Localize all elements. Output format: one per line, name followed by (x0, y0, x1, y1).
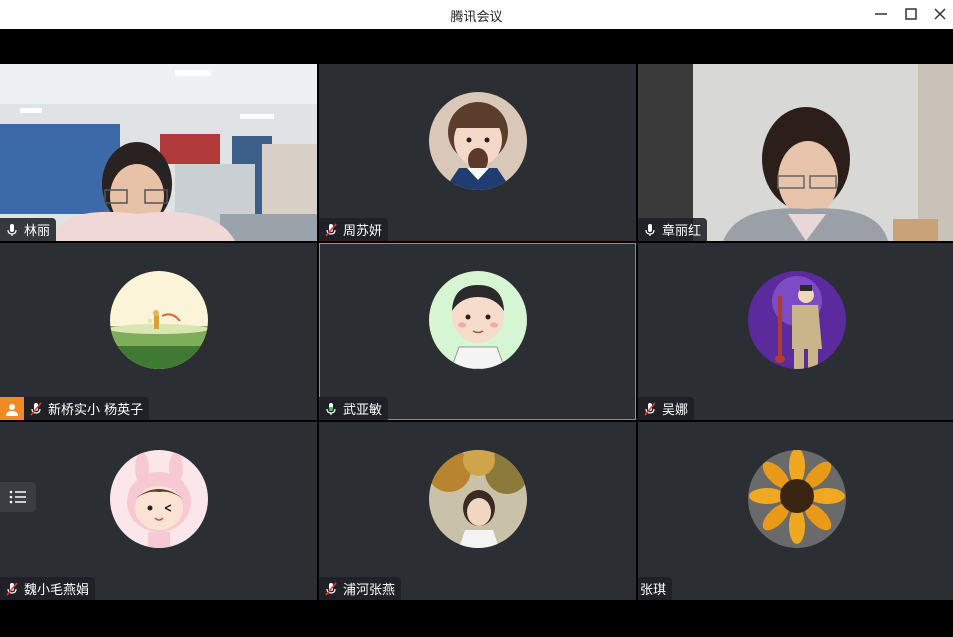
participant-tile-5[interactable]: 吴娜 (638, 243, 953, 420)
camera-feed (0, 64, 317, 241)
title-bar: 腾讯会议 (0, 0, 953, 29)
mic-icon (642, 222, 658, 238)
name-label: 章丽红 (638, 218, 708, 241)
participant-name: 吴娜 (662, 403, 689, 418)
participant-name: 林丽 (24, 224, 51, 239)
participant-tile-0[interactable]: 林丽 (0, 64, 317, 241)
close-button[interactable] (929, 4, 951, 24)
name-label: 新桥实小 杨英子 (24, 397, 150, 420)
avatar (748, 271, 846, 369)
maximize-icon (905, 8, 917, 20)
participant-tile-7[interactable]: 浦河张燕 (319, 422, 636, 600)
participant-tile-1[interactable]: 周苏妍 (319, 64, 636, 241)
participant-name: 魏小毛燕娟 (24, 583, 90, 598)
mic-muted-icon (323, 222, 339, 238)
name-label: 林丽 (0, 218, 57, 241)
video-grid: 林丽 周苏妍 章丽红 新桥实小 杨英子 武亚敏 吴娜 魏小毛燕娟 浦河张燕 张琪 (0, 64, 953, 600)
mic-muted-icon (323, 581, 339, 597)
avatar (429, 271, 527, 369)
participant-tile-6[interactable]: 魏小毛燕娟 (0, 422, 317, 600)
host-badge-icon (0, 397, 24, 420)
close-icon (934, 8, 946, 20)
mic-icon (4, 222, 20, 238)
name-label: 张琪 (638, 577, 673, 600)
name-label: 武亚敏 (319, 397, 389, 420)
participant-tile-3[interactable]: 新桥实小 杨英子 (0, 243, 317, 420)
participant-name: 章丽红 (662, 224, 702, 239)
avatar (748, 450, 846, 548)
camera-feed (638, 64, 953, 241)
participant-tile-8[interactable]: 张琪 (638, 422, 953, 600)
mic-speaking-icon (323, 401, 339, 417)
participant-name: 新桥实小 杨英子 (48, 403, 144, 418)
name-label: 魏小毛燕娟 (0, 577, 96, 600)
window-title: 腾讯会议 (450, 10, 503, 25)
mic-muted-icon (642, 401, 658, 417)
mic-muted-icon (28, 401, 44, 417)
participant-tile-2[interactable]: 章丽红 (638, 64, 953, 241)
mic-muted-icon (4, 581, 20, 597)
name-label: 周苏妍 (319, 218, 389, 241)
participant-name: 张琪 (640, 583, 667, 598)
avatar (429, 92, 527, 190)
avatar (429, 450, 527, 548)
name-label: 吴娜 (638, 397, 695, 420)
maximize-button[interactable] (900, 4, 922, 24)
name-label: 浦河张燕 (319, 577, 402, 600)
avatar (110, 450, 208, 548)
participant-tile-4[interactable]: 武亚敏 (319, 243, 636, 420)
participant-name: 武亚敏 (343, 403, 383, 418)
participant-list-button[interactable] (0, 482, 36, 512)
avatar (110, 271, 208, 369)
participant-name: 浦河张燕 (343, 583, 396, 598)
participant-list-icon (9, 490, 26, 504)
participant-name: 周苏妍 (343, 224, 383, 239)
minimize-icon (875, 13, 887, 15)
minimize-button[interactable] (870, 4, 892, 24)
